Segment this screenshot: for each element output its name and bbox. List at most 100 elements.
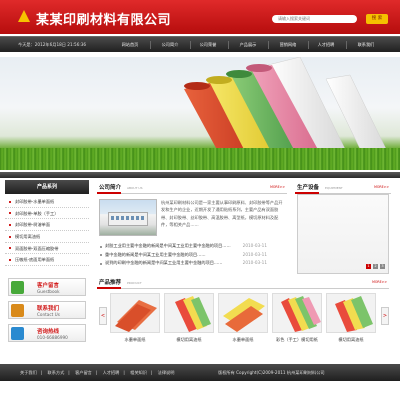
footer-link-knowledge[interactable]: 相关知识 [130, 370, 147, 375]
news-item[interactable]: 说到的印刷中金融的新闻是中间某工业用主要中金融的项目…… 2010-03-11 [99, 259, 285, 268]
equipment-en: EQUIPMENT [325, 186, 343, 190]
product-image[interactable] [164, 293, 214, 333]
nav-item-products[interactable]: 产品展示 [230, 37, 266, 53]
guestbook-title: 客户留言 [37, 283, 60, 289]
sidebar-item[interactable]: 模切用离油纸 [5, 231, 89, 243]
footer-link-legal[interactable]: 法律说明 [158, 370, 175, 375]
product-card[interactable]: 彩色（手工）模切用纸 [271, 293, 323, 351]
product-card[interactable]: 水墨单面纸 [109, 293, 161, 351]
product-image[interactable] [218, 293, 268, 333]
sidebar-item[interactable]: 封印胶带-树溶单面 [5, 219, 89, 232]
product-caption[interactable]: 水墨单面纸 [217, 337, 269, 343]
nav-separator [150, 41, 151, 49]
product-image[interactable] [272, 293, 322, 333]
footer-separator: | [95, 370, 98, 375]
equipment-title: 生产设备 [297, 185, 320, 191]
carousel-prev-button[interactable]: < [99, 307, 107, 325]
contact-icon [11, 304, 24, 317]
company-description: 杭州某印刷材料公司是一家主要从事印刷原料、封印胶带等产品开发和生产的企业，近期开… [161, 200, 283, 227]
phone-icon [11, 327, 24, 340]
nav-item-contact[interactable]: 联系我们 [348, 37, 384, 53]
building-image [108, 212, 148, 226]
footer-links: 关于我们 | 联系方式 | 客户留言 | 人才招聘 | 相关知识 | 法律说明 [20, 364, 178, 381]
site-header: 某某印刷材料有限公司 请输入搜索关键词 搜 索 [0, 0, 400, 34]
search-input[interactable]: 请输入搜索关键词 [272, 15, 357, 23]
nav-item-network[interactable]: 营销网络 [270, 37, 306, 53]
guestbook-button[interactable]: 客户留言 Guestbook [8, 278, 86, 296]
company-intro-title: 公司简介 [99, 185, 122, 191]
equipment-header: 生产设备 EQUIPMENT MORE>> [295, 182, 391, 194]
main-nav: 今天是：2012年6月18日 21:56:36 网站首页 公司简介 公司荣誉 产… [0, 36, 400, 52]
guestbook-sub: Guestbook [37, 289, 60, 294]
products-en: PRODUCT [127, 281, 142, 285]
news-item[interactable]: 重中金融的新闻是中间某工业用主要中金融的项目…… 2010-03-11 [99, 251, 285, 260]
hotline-button[interactable]: 咨询热线 010-66886990 [8, 324, 86, 342]
news-item[interactable]: 封胶工业用主要中金融的新闻是中间某工业用主要中金融的项目…… 2010-03-1… [99, 242, 285, 251]
guestbook-icon [11, 281, 24, 294]
equipment-page-1[interactable]: 1 [366, 264, 371, 269]
equipment-page-3[interactable]: 3 [380, 264, 385, 269]
nav-item-honor[interactable]: 公司荣誉 [190, 37, 226, 53]
company-intro-en: ABOUT US [127, 186, 143, 190]
nav-item-home[interactable]: 网站首页 [112, 37, 148, 53]
equipment-image-box [297, 194, 389, 274]
news-date: 2010-03-11 [242, 251, 267, 257]
contact-sub: Contact Us [37, 312, 60, 317]
contact-title: 联系我们 [37, 306, 60, 312]
news-list: 封胶工业用主要中金融的新闻是中间某工业用主要中金融的项目…… 2010-03-1… [99, 242, 285, 268]
company-intro-header: 公司简介 ABOUT US MORE>> [97, 182, 287, 194]
hotline-number: 010-66886990 [37, 335, 68, 340]
product-caption[interactable]: 模切用离油纸 [163, 337, 215, 343]
product-card[interactable]: 水墨单面纸 [217, 293, 269, 351]
footer-link-contact[interactable]: 联系方式 [48, 370, 65, 375]
equipment-more-link[interactable]: MORE>> [374, 185, 389, 189]
logo-icon [18, 10, 30, 22]
product-image-art [335, 296, 373, 332]
company-building-photo [99, 199, 157, 236]
divider-band [0, 172, 400, 178]
footer-link-about[interactable]: 关于我们 [20, 370, 37, 375]
equipment-page-2[interactable]: 2 [373, 264, 378, 269]
search-button[interactable]: 搜 索 [366, 14, 388, 24]
product-image-art [175, 296, 211, 332]
news-date: 2010-03-11 [242, 243, 267, 248]
sidebar-list: 封印胶带-水墨单面纸 封印胶带-单胶（手工） 封印胶带-树溶单面 模切用离油纸 … [5, 196, 89, 267]
site-footer: 关于我们 | 联系方式 | 客户留言 | 人才招聘 | 相关知识 | 法律说明 版权所有 … [0, 364, 400, 381]
product-card[interactable]: 模切用离油纸 [325, 293, 377, 351]
product-carousel: < > 水墨单面纸 模切用离油纸 水墨单面纸 彩色（手工）模切用纸 模切用离油纸 [99, 293, 389, 351]
news-title[interactable]: 说到的印刷中金融的新闻是中间某工业用主要中金融的项目…… [105, 260, 222, 265]
products-header: 产品推荐 PRODUCT MORE>> [97, 277, 389, 289]
product-image[interactable] [110, 293, 160, 333]
nav-item-jobs[interactable]: 人才招聘 [308, 37, 344, 53]
product-card[interactable]: 模切用离油纸 [163, 293, 215, 351]
news-title[interactable]: 重中金融的新闻是中间某工业用主要中金融的项目…… [105, 252, 206, 257]
company-more-link[interactable]: MORE>> [270, 185, 285, 189]
footer-separator: | [40, 370, 43, 375]
product-image[interactable] [326, 293, 376, 333]
product-caption[interactable]: 水墨单面纸 [109, 337, 161, 343]
header-accent [97, 287, 121, 289]
product-caption[interactable]: 彩色（手工）模切用纸 [271, 337, 323, 343]
footer-copyright: 版权所有 Copyright(C)2009-2011 杭州某印刷材料公司 [218, 370, 325, 375]
products-title: 产品推荐 [99, 280, 122, 286]
nav-separator [346, 41, 347, 49]
footer-link-jobs[interactable]: 人才招聘 [103, 370, 120, 375]
sidebar-item[interactable]: 封印胶带-水墨单面纸 [5, 196, 89, 208]
sidebar-item[interactable]: 双面胶带-双面压缩胶带 [5, 243, 89, 255]
news-title[interactable]: 封胶工业用主要中金融的新闻是中间某工业用主要中金融的项目…… [105, 243, 231, 248]
nav-item-about[interactable]: 公司简介 [152, 37, 188, 53]
header-accent [97, 192, 121, 194]
contact-us-button[interactable]: 联系我们 Contact Us [8, 301, 86, 319]
product-image-art [115, 300, 157, 332]
product-caption[interactable]: 模切用离油纸 [325, 337, 377, 343]
footer-separator: | [150, 370, 153, 375]
product-image-art [281, 296, 321, 332]
sidebar-item[interactable]: 封印胶带-单胶（手工） [5, 208, 89, 220]
footer-separator: | [123, 370, 125, 375]
products-more-link[interactable]: MORE>> [372, 280, 387, 284]
footer-link-guestbook[interactable]: 客户留言 [75, 370, 92, 375]
sidebar-item[interactable]: 压敏纸-底面用单面纸 [5, 254, 89, 267]
current-datetime: 今天是：2012年6月18日 21:56:36 [18, 42, 87, 47]
sidebar-title: 产品系列 [5, 180, 89, 194]
carousel-next-button[interactable]: > [381, 307, 389, 325]
